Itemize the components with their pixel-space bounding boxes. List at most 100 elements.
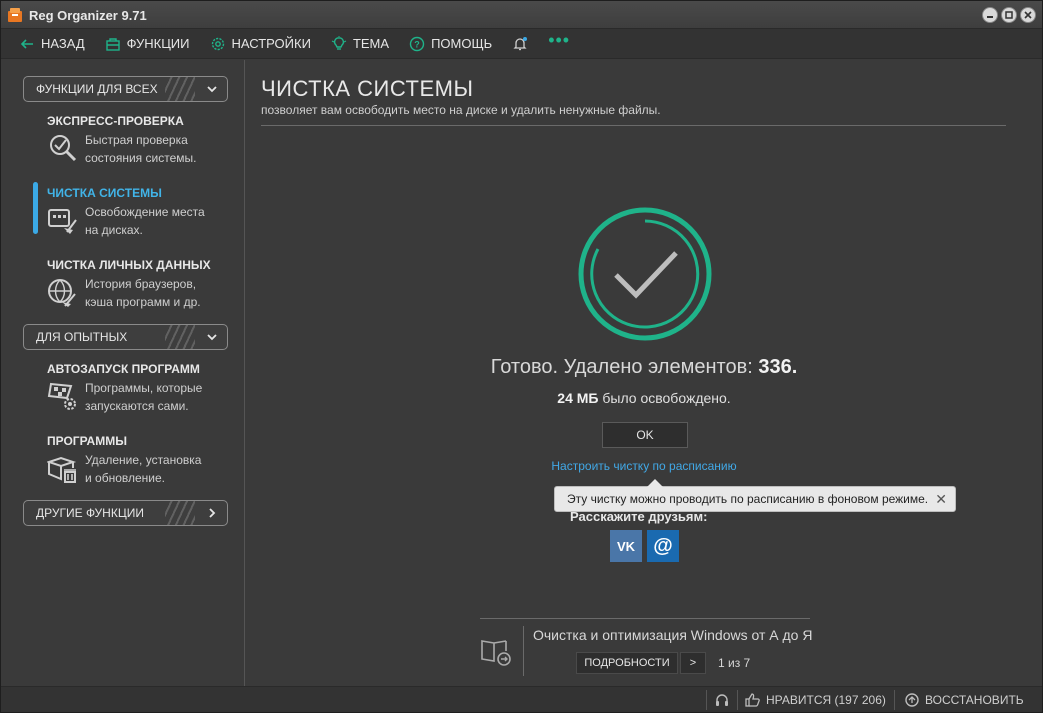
freed-suffix: было освобождено. xyxy=(598,390,731,406)
like-button[interactable]: НРАВИТСЯ (197 206) xyxy=(745,692,886,708)
sidebar-item-desc-line: состояния системы. xyxy=(85,151,197,165)
window-controls xyxy=(982,7,1036,23)
sidebar-item-title: ЧИСТКА ЛИЧНЫХ ДАННЫХ xyxy=(47,258,211,272)
sidebar-item-system-cleanup[interactable]: ЧИСТКА СИСТЕМЫ Освобождение места на дис… xyxy=(1,182,241,252)
sidebar-item-private-data[interactable]: ЧИСТКА ЛИЧНЫХ ДАННЫХ История браузеров, … xyxy=(1,258,241,324)
sidebar-item-autorun[interactable]: АВТОЗАПУСК ПРОГРАММ Программы, которые з… xyxy=(1,362,241,428)
menu-theme[interactable]: ТЕМА xyxy=(331,29,389,59)
tip-counter: 1 из 7 xyxy=(718,656,751,670)
stripes-decoration xyxy=(165,325,195,349)
restore-icon xyxy=(905,693,919,707)
notifications-button[interactable] xyxy=(512,29,528,59)
tip-divider-vertical xyxy=(523,626,524,676)
sidebar-item-desc: Быстрая проверка состояния системы. xyxy=(85,131,235,167)
sidebar-group-advanced[interactable]: ДЛЯ ОПЫТНЫХ xyxy=(23,324,228,350)
globe-broom-icon xyxy=(48,279,76,307)
chevron-right-icon xyxy=(209,508,216,518)
schedule-cleanup-link-text[interactable]: Настроить чистку по расписанию xyxy=(551,459,736,473)
tip-next-button[interactable]: > xyxy=(680,652,706,674)
title-bar[interactable]: Reg Organizer 9.71 xyxy=(1,1,1042,29)
window-title: Reg Organizer 9.71 xyxy=(29,8,147,23)
box-trash-icon xyxy=(47,456,77,483)
tooltip-text: Эту чистку можно проводить по расписанию… xyxy=(567,492,929,506)
sidebar-item-desc-line: кэша программ и др. xyxy=(85,295,201,309)
sidebar-item-desc-line: Удаление, установка xyxy=(85,453,202,467)
tip-title: Очистка и оптимизация Windows от А до Я xyxy=(533,627,813,643)
menu-help-label: ПОМОЩЬ xyxy=(431,36,493,51)
sidebar-item-title: ЧИСТКА СИСТЕМЫ xyxy=(47,186,162,200)
headset-icon xyxy=(716,694,728,706)
bell-icon xyxy=(513,36,528,50)
sidebar-item-desc: Программы, которые запускаются сами. xyxy=(85,379,235,415)
sidebar-item-title: ЭКСПРЕСС-ПРОВЕРКА xyxy=(47,114,184,128)
sidebar-item-title: ПРОГРАММЫ xyxy=(47,434,127,448)
menu-bar: НАЗАД ФУНКЦИИ НАСТРОЙКИ ТЕМА ? ПОМОЩЬ ••… xyxy=(1,29,1042,59)
sidebar: ФУНКЦИИ ДЛЯ ВСЕХ ЭКСПРЕСС-ПРОВЕРКА Быстр… xyxy=(1,60,245,686)
maximize-icon xyxy=(1005,11,1013,19)
menu-functions[interactable]: ФУНКЦИИ xyxy=(105,29,190,59)
support-button[interactable] xyxy=(714,692,730,708)
page-title: ЧИСТКА СИСТЕМЫ xyxy=(261,76,474,101)
share-vk-button[interactable]: VK xyxy=(610,530,642,562)
success-check-icon xyxy=(578,207,712,341)
sidebar-item-desc-line: История браузеров, xyxy=(85,277,197,291)
tooltip-arrow xyxy=(647,479,663,487)
ok-button[interactable]: OK xyxy=(602,422,688,448)
help-circle-icon: ? xyxy=(409,36,425,51)
book-arrow-icon xyxy=(481,640,511,666)
toolbox-icon xyxy=(105,37,120,51)
menu-theme-label: ТЕМА xyxy=(352,36,390,51)
app-logo-icon xyxy=(8,8,22,22)
result-count: 336. xyxy=(758,356,798,378)
sidebar-group-other-label: ДРУГИЕ ФУНКЦИИ xyxy=(36,506,144,520)
menu-help[interactable]: ? ПОМОЩЬ xyxy=(409,29,492,59)
sidebar-group-all-label: ФУНКЦИИ ДЛЯ ВСЕХ xyxy=(36,82,158,96)
thumbs-up-icon xyxy=(745,693,760,707)
status-separator xyxy=(894,690,895,710)
sidebar-item-express-check[interactable]: ЭКСПРЕСС-ПРОВЕРКА Быстрая проверка состо… xyxy=(1,114,241,180)
flag-gear-icon xyxy=(47,382,76,410)
sidebar-group-all[interactable]: ФУНКЦИИ ДЛЯ ВСЕХ xyxy=(23,76,228,102)
main-content: ЧИСТКА СИСТЕМЫ позволяет вам освободить … xyxy=(246,60,1042,686)
disk-broom-icon xyxy=(48,209,77,234)
page-subtitle: позволяет вам освободить место на диске … xyxy=(261,103,661,117)
chevron-down-icon xyxy=(207,334,217,341)
sidebar-item-desc-line: запускаются сами. xyxy=(85,399,189,413)
sidebar-item-programs[interactable]: ПРОГРАММЫ Удаление, установка и обновлен… xyxy=(1,434,241,500)
sidebar-item-desc-line: Быстрая проверка xyxy=(85,133,188,147)
app-window: Reg Organizer 9.71 НАЗАД ФУНКЦИИ НАСТРОЙ… xyxy=(0,0,1043,713)
sidebar-group-other[interactable]: ДРУГИЕ ФУНКЦИИ xyxy=(23,500,228,526)
restore-label: ВОССТАНОВИТЬ xyxy=(925,693,1024,707)
sidebar-item-desc-line: и обновление. xyxy=(85,471,165,485)
menu-settings[interactable]: НАСТРОЙКИ xyxy=(210,29,311,59)
minimize-icon xyxy=(987,16,993,18)
share-mail-button[interactable]: @ xyxy=(647,530,679,562)
vk-icon: VK xyxy=(616,538,636,554)
freed-message: 24 МБ было освобождено. xyxy=(246,390,1042,406)
sidebar-item-desc-line: Программы, которые xyxy=(85,381,203,395)
status-separator xyxy=(706,690,707,710)
lightbulb-icon xyxy=(331,35,347,50)
schedule-tooltip: Эту чистку можно проводить по расписанию… xyxy=(554,479,956,512)
menu-settings-label: НАСТРОЙКИ xyxy=(231,36,311,51)
more-menu-button[interactable]: ••• xyxy=(548,29,570,59)
menu-back[interactable]: НАЗАД xyxy=(19,29,85,59)
stripes-decoration xyxy=(165,77,195,101)
close-button[interactable] xyxy=(1020,7,1036,23)
minimize-button[interactable] xyxy=(982,7,998,23)
result-prefix: Готово. Удалено элементов: xyxy=(490,356,759,378)
tooltip-close-icon[interactable]: ✕ xyxy=(935,491,947,508)
restore-button[interactable]: ВОССТАНОВИТЬ xyxy=(904,692,1024,708)
sidebar-item-title: АВТОЗАПУСК ПРОГРАММ xyxy=(47,362,200,376)
tip-divider-top xyxy=(480,618,810,619)
sidebar-item-desc: Освобождение места на дисках. xyxy=(85,203,235,239)
maximize-button[interactable] xyxy=(1001,7,1017,23)
chevron-down-icon xyxy=(207,86,217,93)
status-bar: НРАВИТСЯ (197 206) ВОССТАНОВИТЬ xyxy=(1,686,1042,712)
sidebar-item-desc: Удаление, установка и обновление. xyxy=(85,451,235,487)
tip-details-button[interactable]: ПОДРОБНОСТИ xyxy=(576,652,678,674)
freed-amount: 24 МБ xyxy=(557,390,599,406)
menu-functions-label: ФУНКЦИИ xyxy=(126,36,190,51)
sidebar-item-desc-line: Освобождение места xyxy=(85,205,205,219)
sidebar-item-desc: История браузеров, кэша программ и др. xyxy=(85,275,235,311)
